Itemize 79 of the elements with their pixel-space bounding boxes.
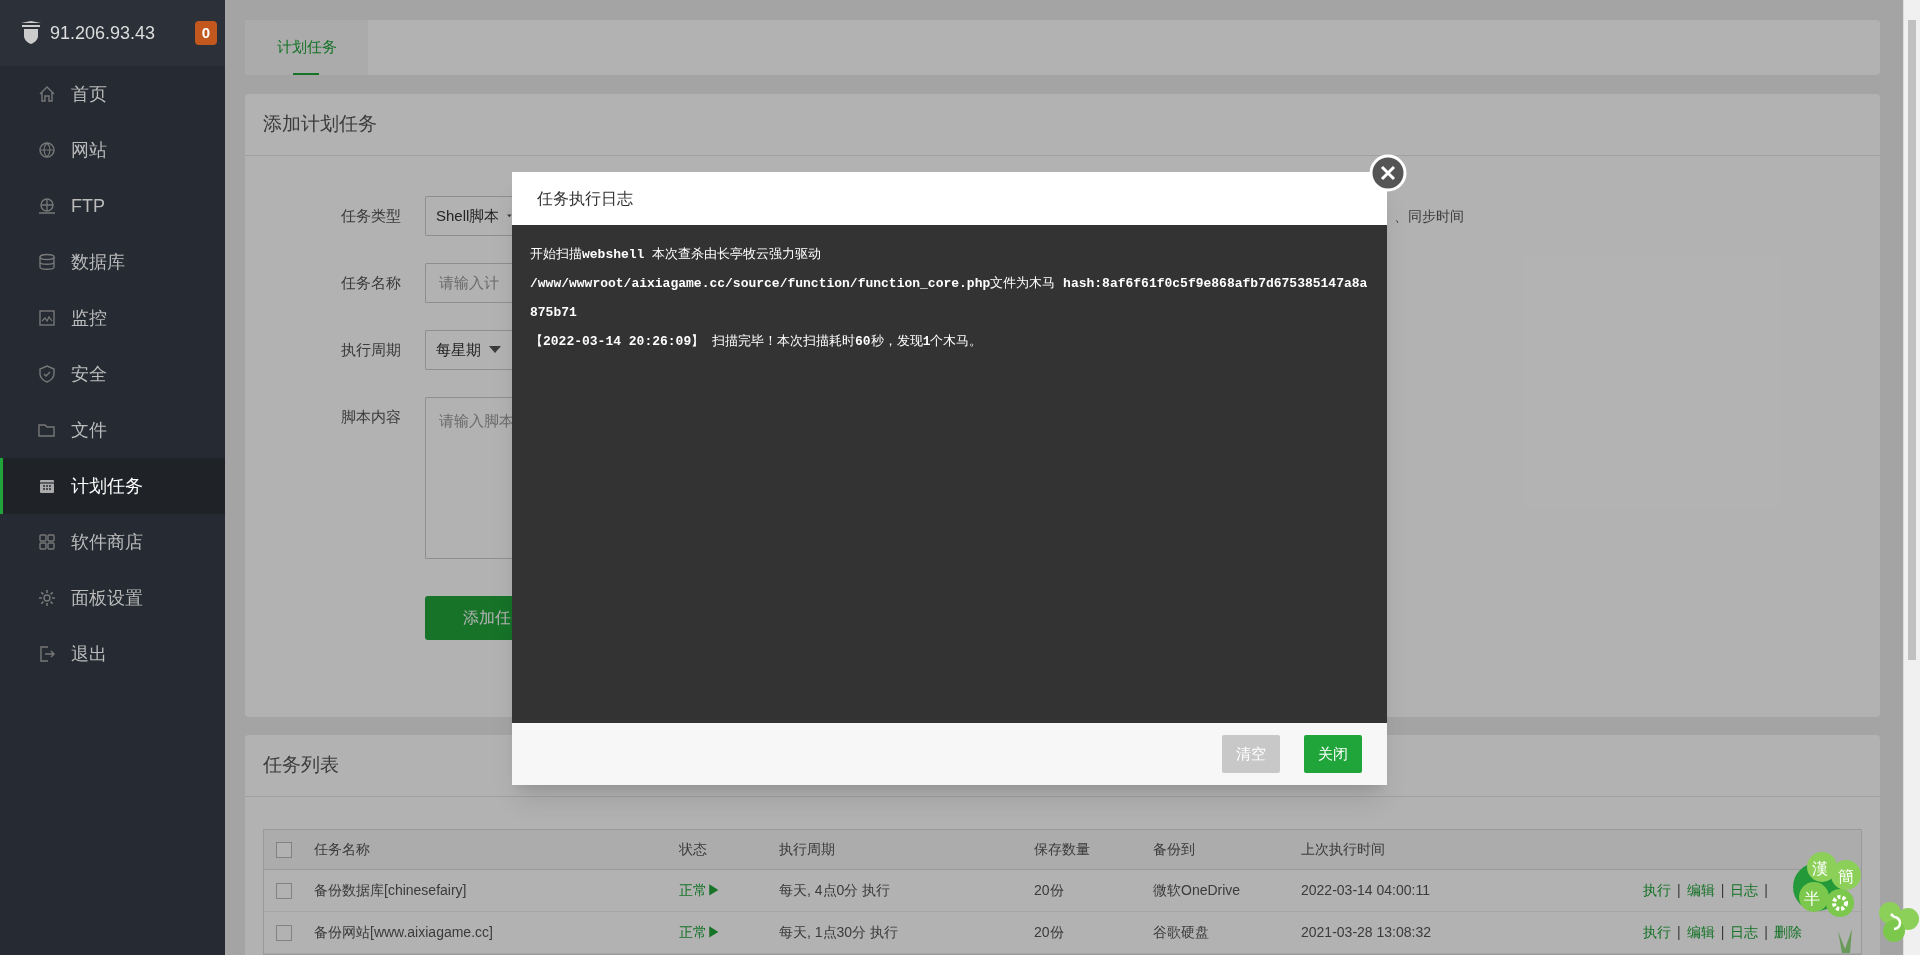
settings-icon [37,588,57,608]
table-cell-text: 2021-03-28 13:08:32 [1301,923,1432,942]
caret-icon [489,346,501,355]
submit-button[interactable]: 添加任 [425,596,512,641]
separator-text: | [1764,923,1768,942]
sidebar-item[interactable]: 面板设置 [0,570,225,626]
table-cell-text: 备份网站[www.aixiagame.cc] [314,923,494,942]
card-title: 任务列表 [263,753,339,778]
hint-text: 、同步时间 [1394,207,1464,227]
globe-icon [37,140,57,160]
gear-icon[interactable] [1832,895,1848,911]
logout-icon [37,644,57,664]
action-link[interactable]: 编辑 [1686,922,1715,943]
action-link[interactable]: 日志 [1730,880,1759,901]
table-cell-text: 微软OneDrive [1153,881,1242,900]
grid-icon [37,532,57,552]
action-link[interactable]: 编辑 [1686,880,1715,901]
close-button[interactable]: 关闭 [1304,735,1362,773]
notification-badge[interactable]: 0 [194,20,217,46]
grass-drawing [1838,929,1852,953]
log-line: 开始扫描webshell 本次查杀由长亭牧云强力驱动 [530,246,823,264]
refresh-icon[interactable] [1889,912,1902,931]
action-link[interactable]: 日志 [1730,922,1759,943]
scrollbar[interactable] [1903,0,1920,955]
separator-text: | [1677,923,1681,942]
sidebar-item[interactable]: 首页 [0,66,225,122]
column-header: 保存数量 [1034,840,1091,859]
table-cell-text: 20份 [1034,881,1065,900]
sidebar-item[interactable]: 计划任务 [0,458,225,514]
clover-drawing[interactable] [1879,902,1919,942]
table-cell-text: 谷歌硬盘 [1153,923,1210,942]
sidebar-item[interactable]: 软件商店 [0,514,225,570]
separator-text: | [1720,923,1725,942]
checkbox[interactable] [276,882,292,899]
status-text: 正常▶ [679,923,722,942]
table-cell-text: 2022-03-14 04:00:11 [1301,881,1431,900]
table-cell-text: 每天, 4点0分 执行 [779,881,892,900]
host-address: 91.206.93.43 [50,21,156,45]
field-label: 任务类型 [340,206,402,227]
shield-icon [20,21,42,45]
action-link[interactable]: 删除 [1773,922,1802,943]
sidebar-item[interactable]: 网站 [0,122,225,178]
sidebar-item[interactable]: 数据库 [0,234,225,290]
separator-text: | [1720,881,1725,900]
action-link[interactable]: 执行 [1643,880,1671,901]
card-title: 添加计划任务 [263,112,377,137]
column-header: 备份到 [1153,840,1196,859]
sidebar-item[interactable]: 文件 [0,402,225,458]
column-header: 上次执行时间 [1301,840,1386,859]
close-icon[interactable] [1369,154,1407,192]
table-cell-text: 备份数据库[chinesefairy] [314,881,468,900]
clover-drawing[interactable] [1793,852,1861,917]
log-line: /www/wwwroot/aixiagame.cc/source/function/function_core.php文件为木马 hash:8af6f61f0c5f9e868afb7d675385147a8a875b71 [530,275,1369,322]
shield-icon [37,364,57,384]
checkbox[interactable] [276,841,292,858]
action-link[interactable]: 执行 [1643,922,1671,943]
database-icon [37,252,57,272]
sidebar-item[interactable]: FTP [0,178,225,234]
field-label: 脚本内容 [340,407,402,428]
field-label: 任务名称 [340,273,402,294]
field-label: 执行周期 [340,340,402,361]
separator-text: | [1764,881,1768,900]
sidebar-item[interactable]: 监控 [0,290,225,346]
table-cell-text: 每天, 1点30分 执行 [779,923,900,942]
column-header: 执行周期 [779,840,836,859]
modal-title: 任务执行日志 [537,188,633,209]
home-icon [37,84,57,104]
separator-text: | [1677,881,1681,900]
column-header: 任务名称 [314,840,371,859]
column-header: 状态 [679,840,708,859]
sidebar-item[interactable]: 安全 [0,346,225,402]
chart-icon [37,308,57,328]
checkbox[interactable] [276,924,292,941]
sidebar-item[interactable]: 退出 [0,626,225,682]
log-line: 【2022-03-14 20:26:09】 扫描完毕！本次扫描耗时60秒，发现1个木马。 [530,333,984,351]
globe-icon [37,196,57,216]
tab[interactable]: 计划任务 [245,20,368,76]
table-cell-text: 20份 [1034,923,1065,942]
status-text: 正常▶ [679,881,722,900]
